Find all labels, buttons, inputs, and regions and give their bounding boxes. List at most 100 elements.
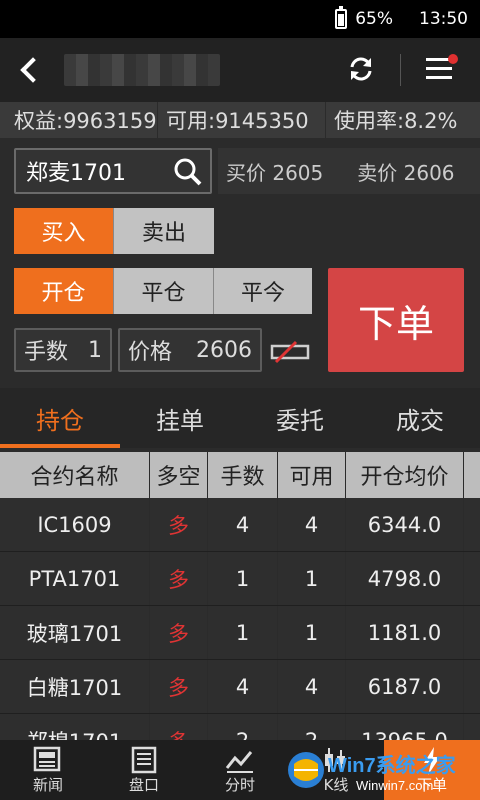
cell-direction: 多	[150, 552, 208, 605]
account-info-bar: 权益:9963159 可用:9145350 使用率:8.2%	[0, 102, 480, 138]
tab-pending[interactable]: 挂单	[120, 388, 240, 448]
column-quantity: 手数	[208, 452, 278, 498]
submit-order-button[interactable]: 下单	[328, 268, 464, 372]
column-avg-open-price: 开仓均价	[346, 452, 464, 498]
price-label: 价格	[128, 340, 173, 365]
cell-direction: 多	[150, 660, 208, 713]
news-icon	[33, 746, 61, 772]
menu-icon-line	[426, 76, 452, 79]
cell-avg-price: 1181.0	[346, 606, 464, 659]
cell-available: 4	[278, 660, 346, 713]
cell-overflow	[464, 714, 480, 740]
cell-contract: 郑棉1701	[0, 714, 150, 740]
status-bar: 65% 13:50	[0, 0, 480, 38]
tab-positions[interactable]: 持仓	[0, 388, 120, 448]
usage-rate: 使用率:8.2%	[334, 109, 458, 133]
table-row[interactable]: 玻璃1701 多 1 1 1181.0	[0, 606, 480, 660]
nav-news-label: 新闻	[32, 776, 63, 794]
cell-quantity: 4	[208, 498, 278, 551]
table-row[interactable]: 郑棉1701 多 2 2 13965.0	[0, 714, 480, 740]
column-available: 可用	[278, 452, 346, 498]
cell-contract: PTA1701	[0, 552, 150, 605]
available-value: 可用:9145350	[158, 102, 326, 138]
nav-orderbook[interactable]: 盘口	[96, 740, 192, 800]
buy-button[interactable]: 买入	[14, 208, 114, 254]
cell-contract: 白糖1701	[0, 660, 150, 713]
nav-place-order-label: 下单	[416, 776, 447, 794]
nav-news[interactable]: 新闻	[0, 740, 96, 800]
contract-name: 郑麦1701	[26, 161, 126, 186]
battery-percentage: 65%	[355, 9, 393, 29]
cell-available: 2	[278, 714, 346, 740]
buy-price: 买价 2605	[226, 160, 324, 185]
table-header: 合约名称 多空 手数 可用 开仓均价	[0, 452, 480, 498]
quote-box: 买价 2605 卖价 2606	[218, 148, 480, 194]
nav-kline-label: K线	[323, 776, 349, 794]
quantity-value: 1	[88, 337, 102, 363]
cell-avg-price: 6344.0	[346, 498, 464, 551]
orderbook-icon	[131, 746, 157, 774]
cell-contract: 玻璃1701	[0, 606, 150, 659]
cell-avg-price: 13965.0	[346, 714, 464, 740]
cell-direction: 多	[150, 714, 208, 740]
menu-button[interactable]	[420, 52, 460, 86]
table-row[interactable]: 白糖1701 多 4 4 6187.0	[0, 660, 480, 714]
notification-dot	[448, 54, 458, 64]
sell-price: 卖价 2606	[357, 160, 455, 185]
cell-overflow	[464, 498, 480, 551]
open-position-button[interactable]: 开仓	[14, 268, 114, 314]
nav-orderbook-label: 盘口	[128, 776, 159, 794]
cell-contract: IC1609	[0, 498, 150, 551]
column-overflow	[464, 452, 480, 498]
nav-timeshare-label: 分时	[224, 776, 255, 794]
cell-avg-price: 4798.0	[346, 552, 464, 605]
cell-available: 4	[278, 498, 346, 551]
price-field[interactable]: 价格 2606	[118, 328, 262, 372]
tab-trades[interactable]: 成交	[360, 388, 480, 448]
offset-selector: 开仓 平仓 平今	[14, 268, 312, 314]
close-position-button[interactable]: 平仓	[114, 268, 214, 314]
menu-icon-line	[426, 67, 452, 70]
contract-selector[interactable]: 郑麦1701	[14, 148, 212, 194]
close-today-button[interactable]: 平今	[214, 268, 312, 314]
cell-available: 1	[278, 552, 346, 605]
table-row[interactable]: IC1609 多 4 4 6344.0	[0, 498, 480, 552]
positions-table: IC1609 多 4 4 6344.0 PTA1701 多 1 1 4798.0…	[0, 498, 480, 740]
back-button[interactable]	[0, 38, 58, 102]
candlestick-icon	[325, 748, 345, 772]
cell-overflow	[464, 660, 480, 713]
header-divider	[400, 54, 401, 86]
column-direction: 多空	[150, 452, 208, 498]
cell-direction: 多	[150, 606, 208, 659]
price-type-toggle-icon[interactable]	[270, 340, 312, 364]
equity-value: 权益:9963159	[0, 102, 158, 138]
refresh-icon	[350, 57, 372, 81]
bottom-navigation: 新闻 盘口 分时 K线 下单	[0, 740, 480, 800]
table-row[interactable]: PTA1701 多 1 1 4798.0	[0, 552, 480, 606]
cell-quantity: 1	[208, 606, 278, 659]
clock: 13:50	[419, 9, 468, 29]
account-title-redacted	[64, 54, 220, 86]
position-tabs: 持仓 挂单 委托 成交	[0, 388, 480, 448]
direction-selector: 买入 卖出	[14, 208, 214, 254]
back-arrow-icon	[20, 57, 46, 83]
nav-place-order[interactable]: 下单	[384, 740, 480, 800]
battery-icon	[335, 6, 348, 29]
lightning-icon	[424, 747, 440, 775]
quantity-label: 手数	[24, 340, 69, 365]
sell-button[interactable]: 卖出	[114, 208, 214, 254]
search-icon[interactable]	[172, 156, 204, 188]
column-contract: 合约名称	[0, 452, 150, 498]
cell-quantity: 2	[208, 714, 278, 740]
refresh-button[interactable]	[344, 52, 378, 86]
cell-overflow	[464, 606, 480, 659]
cell-quantity: 1	[208, 552, 278, 605]
line-chart-icon	[225, 751, 253, 773]
cell-overflow	[464, 552, 480, 605]
nav-kline[interactable]: K线	[288, 740, 384, 800]
nav-timeshare[interactable]: 分时	[192, 740, 288, 800]
price-value: 2606	[196, 337, 252, 363]
cell-avg-price: 6187.0	[346, 660, 464, 713]
quantity-field[interactable]: 手数 1	[14, 328, 112, 372]
tab-orders[interactable]: 委托	[240, 388, 360, 448]
